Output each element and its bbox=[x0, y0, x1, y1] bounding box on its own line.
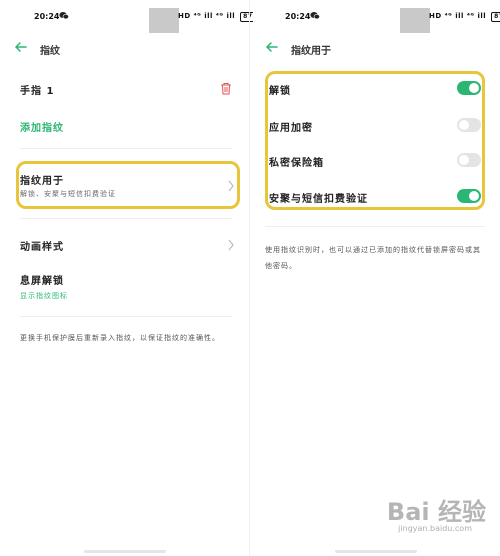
status-bar: 20:24 HD ⁴ᴳ ill ⁴ᴳ ill 87 bbox=[2, 8, 256, 33]
app-bar: 指纹用于 bbox=[253, 38, 498, 58]
screen-off-unlock-summary: 显示指纹图标 bbox=[20, 292, 68, 300]
signal-icon: ⁴ᴳ ill ⁴ᴳ ill bbox=[193, 12, 236, 20]
add-fingerprint-button[interactable]: 添加指纹 bbox=[20, 119, 64, 134]
fingerprint-for-label[interactable]: 指纹用于 bbox=[20, 172, 64, 187]
fingerprint-settings-screen: 20:24 HD ⁴ᴳ ill ⁴ᴳ ill 87 指纹 手指 1 添加指纹 指… bbox=[2, 0, 256, 556]
redacted-block bbox=[149, 8, 179, 33]
unlock-toggle[interactable] bbox=[457, 81, 481, 95]
screen-divider bbox=[249, 0, 250, 556]
hd-label: HD bbox=[429, 12, 442, 20]
wechat-icon bbox=[59, 12, 69, 20]
status-time: 20:24 bbox=[34, 12, 60, 21]
app-encryption-toggle[interactable] bbox=[457, 118, 481, 132]
divider bbox=[20, 316, 232, 317]
home-indicator bbox=[84, 550, 166, 553]
watermark-logo: Bai 经验 bbox=[386, 498, 486, 526]
fingerprint-1-label[interactable]: 手指 1 bbox=[20, 82, 54, 97]
divider bbox=[20, 148, 232, 149]
redacted-block bbox=[400, 8, 430, 33]
animation-style-label[interactable]: 动画样式 bbox=[20, 238, 64, 253]
divider bbox=[265, 226, 485, 227]
status-icons: HD ⁴ᴳ ill ⁴ᴳ ill 87 bbox=[429, 12, 500, 22]
battery-icon: 87 bbox=[491, 12, 500, 22]
chevron-right-icon bbox=[228, 239, 234, 251]
option-payment-verification-label: 安聚与短信扣费验证 bbox=[269, 194, 368, 205]
home-indicator bbox=[335, 550, 417, 553]
private-safe-toggle[interactable] bbox=[457, 153, 481, 167]
fingerprint-for-screen: 20:24 HD ⁴ᴳ ill ⁴ᴳ ill 87 指纹用于 解锁 应用加密 私… bbox=[253, 0, 500, 556]
status-bar: 20:24 HD ⁴ᴳ ill ⁴ᴳ ill 87 bbox=[253, 8, 500, 33]
page-title: 指纹 bbox=[40, 46, 60, 57]
fingerprint-for-tip: 使用指纹识别时，也可以通过已添加的指纹代替锁屏密码或其他密码。 bbox=[265, 246, 481, 270]
back-arrow-icon[interactable] bbox=[265, 40, 279, 54]
status-icons: HD ⁴ᴳ ill ⁴ᴳ ill 87 bbox=[178, 12, 256, 22]
page-title: 指纹用于 bbox=[291, 46, 331, 57]
divider bbox=[20, 218, 232, 219]
chevron-right-icon bbox=[228, 180, 234, 192]
status-time: 20:24 bbox=[285, 12, 311, 21]
option-unlock-label: 解锁 bbox=[269, 86, 291, 97]
app-bar: 指纹 bbox=[2, 38, 247, 58]
signal-icon: ⁴ᴳ ill ⁴ᴳ ill bbox=[444, 12, 487, 20]
back-arrow-icon[interactable] bbox=[14, 40, 28, 54]
watermark-url: jingyan.baidu.com bbox=[398, 524, 472, 533]
option-private-safe-label: 私密保险箱 bbox=[269, 158, 324, 169]
screen-off-unlock-label[interactable]: 息屏解锁 bbox=[20, 272, 64, 287]
baidu-jingyan-watermark: Bai 经验 jingyan.baidu.com bbox=[351, 492, 486, 542]
delete-trash-icon[interactable] bbox=[220, 82, 232, 95]
option-app-encryption-label: 应用加密 bbox=[269, 123, 313, 134]
fingerprint-for-summary: 解锁、安聚与短信扣费验证 bbox=[20, 190, 116, 198]
payment-verification-toggle[interactable] bbox=[457, 189, 481, 203]
fingerprint-tip: 更换手机保护膜后重新录入指纹，以保证指纹的准确性。 bbox=[20, 334, 220, 342]
wechat-icon bbox=[310, 12, 320, 20]
hd-label: HD bbox=[178, 12, 191, 20]
